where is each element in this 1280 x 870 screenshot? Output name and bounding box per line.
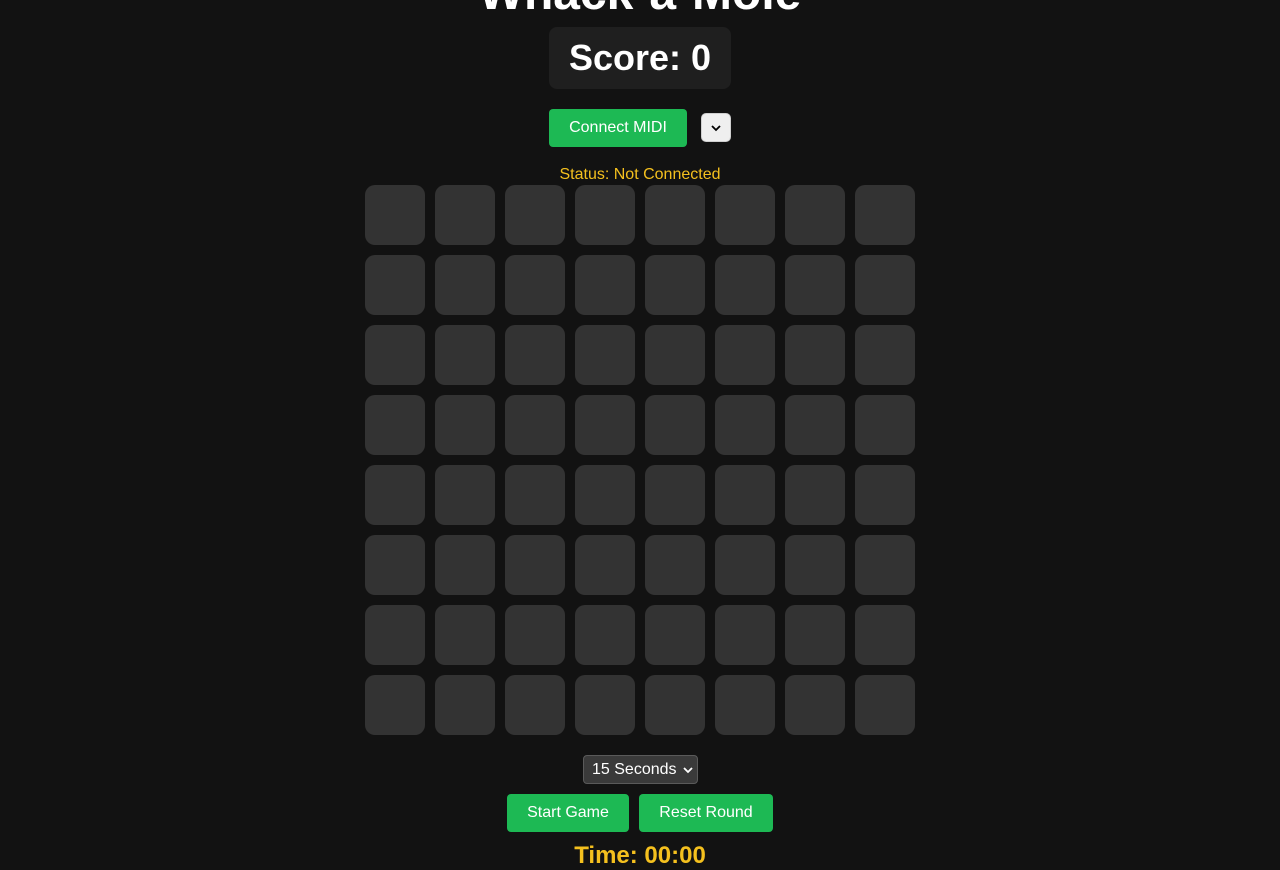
- mole-hole[interactable]: [575, 465, 635, 525]
- mole-hole[interactable]: [785, 465, 845, 525]
- mole-hole[interactable]: [645, 255, 705, 315]
- mole-hole[interactable]: [365, 395, 425, 455]
- mole-hole[interactable]: [435, 675, 495, 735]
- mole-hole[interactable]: [785, 185, 845, 245]
- mole-hole[interactable]: [715, 605, 775, 665]
- midi-device-select[interactable]: [701, 113, 731, 142]
- mole-hole[interactable]: [505, 675, 565, 735]
- mole-hole[interactable]: [645, 605, 705, 665]
- mole-hole[interactable]: [505, 395, 565, 455]
- mole-hole[interactable]: [785, 535, 845, 595]
- mole-hole[interactable]: [645, 535, 705, 595]
- mole-hole[interactable]: [435, 465, 495, 525]
- mole-hole[interactable]: [645, 185, 705, 245]
- mole-hole[interactable]: [855, 535, 915, 595]
- mole-hole[interactable]: [645, 325, 705, 385]
- mole-hole[interactable]: [645, 465, 705, 525]
- score-display: Score: 0: [549, 27, 731, 89]
- mole-hole[interactable]: [435, 325, 495, 385]
- mole-hole[interactable]: [855, 675, 915, 735]
- mole-hole[interactable]: [575, 605, 635, 665]
- mole-hole[interactable]: [365, 675, 425, 735]
- mole-hole[interactable]: [785, 395, 845, 455]
- mole-hole[interactable]: [435, 395, 495, 455]
- mole-hole[interactable]: [365, 325, 425, 385]
- mole-hole[interactable]: [645, 675, 705, 735]
- mole-hole[interactable]: [505, 465, 565, 525]
- mole-hole[interactable]: [435, 535, 495, 595]
- mole-hole[interactable]: [855, 255, 915, 315]
- mole-hole[interactable]: [505, 255, 565, 315]
- game-page: Whack-a-Mole Score: 0 Connect MIDI Statu…: [0, 0, 1280, 870]
- mole-hole[interactable]: [785, 255, 845, 315]
- mole-hole[interactable]: [855, 605, 915, 665]
- mole-hole[interactable]: [855, 465, 915, 525]
- mole-hole[interactable]: [855, 185, 915, 245]
- mole-hole[interactable]: [365, 185, 425, 245]
- mole-hole[interactable]: [785, 675, 845, 735]
- mole-hole[interactable]: [365, 605, 425, 665]
- mole-hole[interactable]: [505, 185, 565, 245]
- mole-hole[interactable]: [855, 395, 915, 455]
- mole-hole[interactable]: [505, 605, 565, 665]
- mole-hole[interactable]: [575, 185, 635, 245]
- mole-grid: [365, 185, 915, 735]
- mole-hole[interactable]: [575, 255, 635, 315]
- mole-hole[interactable]: [715, 325, 775, 385]
- mole-hole[interactable]: [715, 465, 775, 525]
- mole-hole[interactable]: [575, 325, 635, 385]
- connect-midi-button[interactable]: Connect MIDI: [549, 109, 687, 147]
- mole-hole[interactable]: [435, 185, 495, 245]
- mole-hole[interactable]: [855, 325, 915, 385]
- mole-hole[interactable]: [715, 255, 775, 315]
- timer-display: Time: 00:00: [574, 842, 706, 869]
- mole-hole[interactable]: [645, 395, 705, 455]
- mole-hole[interactable]: [365, 255, 425, 315]
- connection-status: Status: Not Connected: [559, 166, 721, 183]
- mole-hole[interactable]: [505, 535, 565, 595]
- start-game-button[interactable]: Start Game: [507, 794, 629, 832]
- mole-hole[interactable]: [505, 325, 565, 385]
- mole-hole[interactable]: [435, 255, 495, 315]
- mole-hole[interactable]: [715, 535, 775, 595]
- chevron-down-icon: [682, 766, 693, 773]
- mole-hole[interactable]: [575, 675, 635, 735]
- mole-hole[interactable]: [365, 535, 425, 595]
- mole-hole[interactable]: [715, 675, 775, 735]
- mole-hole[interactable]: [715, 395, 775, 455]
- page-title: Whack-a-Mole: [0, 0, 1280, 18]
- duration-select[interactable]: 15 Seconds: [583, 755, 698, 784]
- chevron-down-icon: [711, 124, 721, 131]
- mole-hole[interactable]: [435, 605, 495, 665]
- mole-hole[interactable]: [575, 535, 635, 595]
- duration-select-value: 15 Seconds: [592, 760, 677, 778]
- mole-hole[interactable]: [785, 325, 845, 385]
- mole-hole[interactable]: [575, 395, 635, 455]
- mole-hole[interactable]: [785, 605, 845, 665]
- mole-hole[interactable]: [365, 465, 425, 525]
- mole-hole[interactable]: [715, 185, 775, 245]
- reset-round-button[interactable]: Reset Round: [639, 794, 773, 832]
